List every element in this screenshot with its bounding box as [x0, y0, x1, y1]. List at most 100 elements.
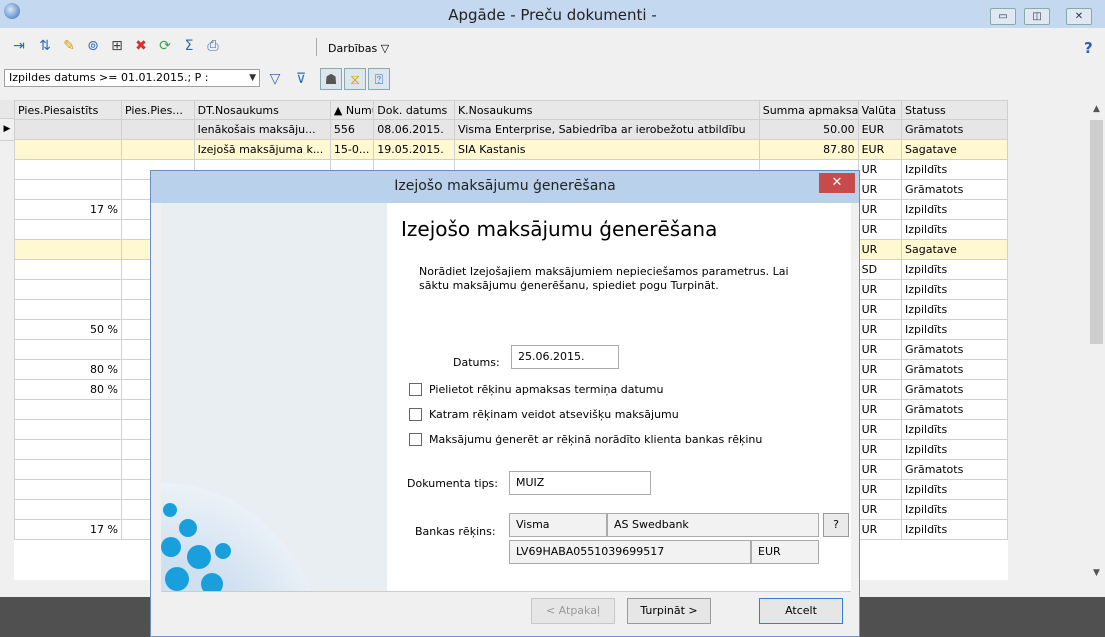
table-cell: [14, 459, 122, 480]
table-cell: [14, 179, 122, 200]
column-header[interactable]: Dok. datums: [373, 100, 455, 120]
table-row[interactable]: Ienākošais maksāju... 556 08.06.2015. Visma…: [14, 119, 1008, 140]
maximize-button[interactable]: ◫: [1024, 8, 1050, 25]
doc-type-field[interactable]: MUIZ: [509, 471, 651, 495]
column-header[interactable]: DT.Nosaukums: [193, 100, 331, 120]
sum-icon[interactable]: Σ: [180, 37, 198, 55]
filter-icon[interactable]: ▽: [264, 68, 286, 90]
table-cell: UR: [857, 239, 903, 260]
table-cell: 17 %: [14, 519, 122, 540]
table-cell: Izpildīts: [901, 479, 1008, 500]
date-label: Datums:: [453, 356, 500, 369]
table-row[interactable]: Izejošā maksājuma k... 15-0... 19.05.2015.…: [14, 139, 1008, 160]
table-cell: 19.05.2015.: [373, 139, 455, 160]
bank-account-label: Bankas rēķins:: [415, 525, 496, 538]
column-header[interactable]: Pies.Piesaistīts: [14, 100, 122, 120]
table-cell: UR: [857, 319, 903, 340]
table-cell: Grāmatots: [901, 399, 1008, 420]
table-cell: [14, 479, 122, 500]
dialog-title: Izejošo maksājumu ģenerēšana: [394, 178, 616, 194]
table-cell: [14, 419, 122, 440]
column-header[interactable]: Summa apmaksai: [758, 100, 859, 120]
table-cell: 556: [329, 119, 375, 140]
next-button[interactable]: Turpināt >: [627, 598, 711, 624]
current-row-marker-icon: ▶: [0, 119, 14, 141]
dialog-title-bar: Izejošo maksājumu ģenerēšana ✕: [151, 171, 859, 203]
table-cell: UR: [857, 499, 903, 520]
scrollbar-thumb[interactable]: [1090, 120, 1103, 344]
date-field[interactable]: 25.06.2015.: [511, 345, 619, 369]
iban-field: LV69HABA0551039699517: [509, 540, 751, 564]
due-date-label: Pielietot rēķinu apmaksas termiņa datumu: [429, 383, 664, 396]
column-header[interactable]: Valūta: [857, 100, 903, 120]
table-cell: UR: [857, 379, 903, 400]
view-icon[interactable]: ⊚: [84, 37, 102, 55]
vertical-scrollbar[interactable]: ▲ ▼: [1088, 100, 1105, 580]
table-cell: Izpildīts: [901, 259, 1008, 280]
table-cell: [14, 239, 122, 260]
scroll-down-icon[interactable]: ▼: [1088, 568, 1105, 578]
table-cell: [120, 119, 195, 140]
refresh-icon[interactable]: ⟳: [156, 37, 174, 55]
bank-account-name[interactable]: Visma: [509, 513, 607, 537]
table-cell: [14, 119, 122, 140]
table-cell: UR: [857, 219, 903, 240]
scroll-up-icon[interactable]: ▲: [1088, 104, 1105, 114]
table-cell: EUR: [857, 139, 903, 160]
filter-clear-icon[interactable]: ⧖: [344, 68, 366, 90]
table-cell: Sagatave: [901, 239, 1008, 260]
dialog-heading: Izejošo maksājumu ģenerēšana: [401, 217, 718, 241]
filter-question-icon[interactable]: ⍰: [368, 68, 390, 90]
table-cell: [14, 219, 122, 240]
filter-value: Izpildes datums >= 01.01.2015.; P :: [9, 71, 209, 84]
row-header: ▶: [0, 100, 14, 580]
client-bank-checkbox[interactable]: [409, 433, 422, 446]
table-cell: UR: [857, 199, 903, 220]
actions-menu[interactable]: Darbības ▽: [328, 42, 389, 55]
filter-combo[interactable]: Izpildes datums >= 01.01.2015.; P : ▼: [4, 69, 260, 87]
table-cell: UR: [857, 459, 903, 480]
dialog-side-art: [161, 203, 387, 591]
filter-advanced-icon[interactable]: ⊽: [290, 68, 312, 90]
table-cell: Izpildīts: [901, 519, 1008, 540]
dialog-close-button[interactable]: ✕: [819, 173, 855, 193]
minimize-button[interactable]: ▭: [990, 8, 1016, 25]
table-cell: Grāmatots: [901, 459, 1008, 480]
bank-lookup-button[interactable]: ?: [823, 513, 849, 537]
print-icon[interactable]: ⎙: [204, 37, 222, 55]
table-cell: Grāmatots: [901, 339, 1008, 360]
back-button[interactable]: < Atpakaļ: [531, 598, 615, 624]
sort-icon[interactable]: ⇅: [36, 37, 54, 55]
table-cell: Izpildīts: [901, 279, 1008, 300]
post-icon[interactable]: ⊞: [108, 37, 126, 55]
table-cell: Ienākošais maksāju...: [193, 119, 331, 140]
filter-user-icon[interactable]: ☗: [320, 68, 342, 90]
toolbar: ⇥ ⇅ ✎ ⊚ ⊞ ✖ ⟳ Σ ⎙ Darbības ▽ ?: [0, 34, 1105, 62]
table-cell: Grāmatots: [901, 179, 1008, 200]
due-date-checkbox[interactable]: [409, 383, 422, 396]
table-cell: UR: [857, 339, 903, 360]
help-icon[interactable]: ?: [1084, 39, 1093, 57]
table-cell: 17 %: [14, 199, 122, 220]
delete-icon[interactable]: ✖: [132, 37, 150, 55]
table-cell: Izpildīts: [901, 159, 1008, 180]
column-header[interactable]: ▲ Numurs: [329, 100, 375, 120]
separate-payment-checkbox[interactable]: [409, 408, 422, 421]
table-cell: UR: [857, 299, 903, 320]
table-cell: Izpildīts: [901, 319, 1008, 340]
column-header[interactable]: Pies.Pies...: [120, 100, 195, 120]
table-cell: 50.00: [758, 119, 859, 140]
table-cell: 08.06.2015.: [373, 119, 455, 140]
table-cell: SIA Kastanis: [453, 139, 760, 160]
import-icon[interactable]: ⇥: [10, 37, 28, 55]
column-header[interactable]: Statuss: [901, 100, 1008, 120]
grid-header: Pies.Piesaistīts Pies.Pies... DT.Nosaukums…: [14, 100, 1008, 120]
dialog-footer: < Atpakaļ Turpināt > Atcelt: [161, 591, 851, 634]
close-window-button[interactable]: ✕: [1066, 8, 1092, 25]
table-cell: Izpildīts: [901, 199, 1008, 220]
column-header[interactable]: K.Nosaukums: [453, 100, 760, 120]
edit-icon[interactable]: ✎: [60, 37, 78, 55]
table-cell: [14, 159, 122, 180]
table-cell: Visma Enterprise, Sabiedrība ar ierobežo…: [453, 119, 760, 140]
cancel-button[interactable]: Atcelt: [759, 598, 843, 624]
